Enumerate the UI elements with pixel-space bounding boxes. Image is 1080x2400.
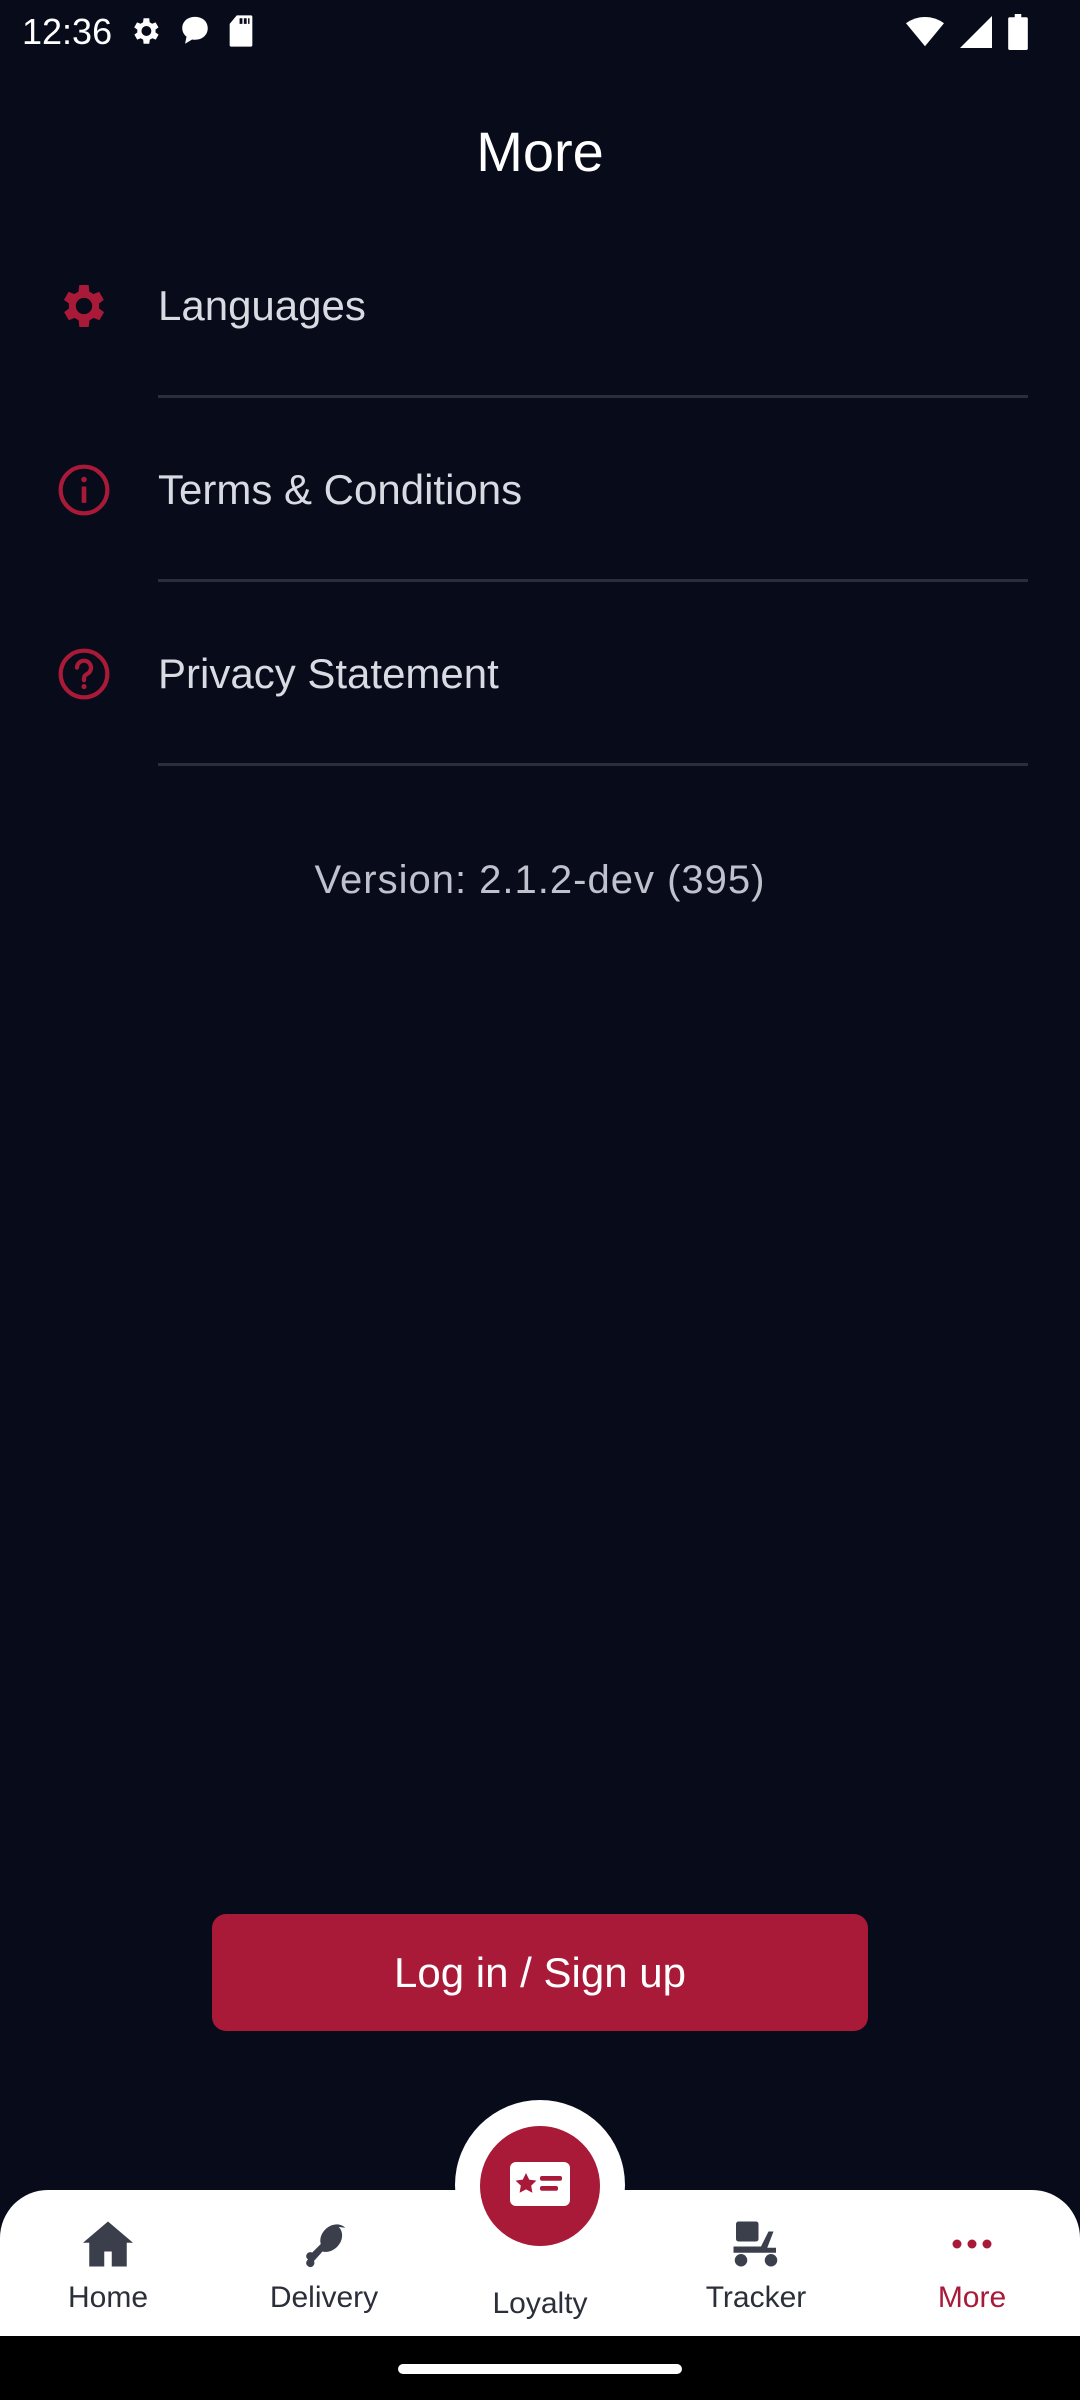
drumstick-icon [294, 2214, 354, 2274]
status-bar: 12:36 [0, 0, 1080, 64]
page-title: More [476, 120, 604, 183]
version-text: Version: 2.1.2-dev (395) [314, 858, 766, 902]
menu-item-languages[interactable]: Languages [0, 214, 1080, 398]
nav-item-delivery[interactable]: Delivery [224, 2190, 424, 2336]
menu-item-label: Privacy Statement [158, 650, 499, 697]
status-icons-left [128, 14, 254, 48]
nav-label: Delivery [269, 2281, 379, 2314]
menu-item-terms[interactable]: Terms & Conditions [0, 398, 1080, 582]
status-icons-right [906, 14, 1028, 50]
gear-icon [56, 278, 112, 334]
menu-item-label: Terms & Conditions [158, 466, 523, 513]
wifi-icon [906, 16, 944, 48]
gear-icon [128, 14, 162, 48]
nav-label: Loyalty [492, 2287, 588, 2320]
nav-label: More [937, 2281, 1007, 2314]
nav-label: Tracker [705, 2281, 807, 2314]
scooter-icon [726, 2214, 786, 2274]
more-screen: 12:36 More Languages Terms & Conditions … [0, 0, 1080, 2400]
battery-icon [1008, 14, 1028, 50]
question-icon [56, 646, 112, 702]
divider [158, 763, 1028, 766]
menu-item-label: Languages [158, 282, 366, 329]
menu-item-privacy[interactable]: Privacy Statement [0, 582, 1080, 766]
status-time: 12:36 [22, 11, 113, 52]
chat-bubble-icon [180, 14, 210, 48]
more-dots-icon [942, 2214, 1002, 2274]
cell-signal-icon [960, 16, 992, 48]
info-icon [56, 462, 112, 518]
nav-item-more[interactable]: More [872, 2190, 1072, 2336]
nav-item-home[interactable]: Home [8, 2190, 208, 2336]
sd-card-icon [228, 14, 254, 48]
nav-item-tracker[interactable]: Tracker [656, 2190, 856, 2336]
home-icon [78, 2214, 138, 2274]
nav-label: Home [67, 2281, 149, 2314]
home-gesture-handle[interactable] [398, 2364, 682, 2374]
nav-item-loyalty[interactable]: Loyalty [440, 2190, 640, 2336]
login-signup-button[interactable]: Log in / Sign up [212, 1914, 868, 2031]
